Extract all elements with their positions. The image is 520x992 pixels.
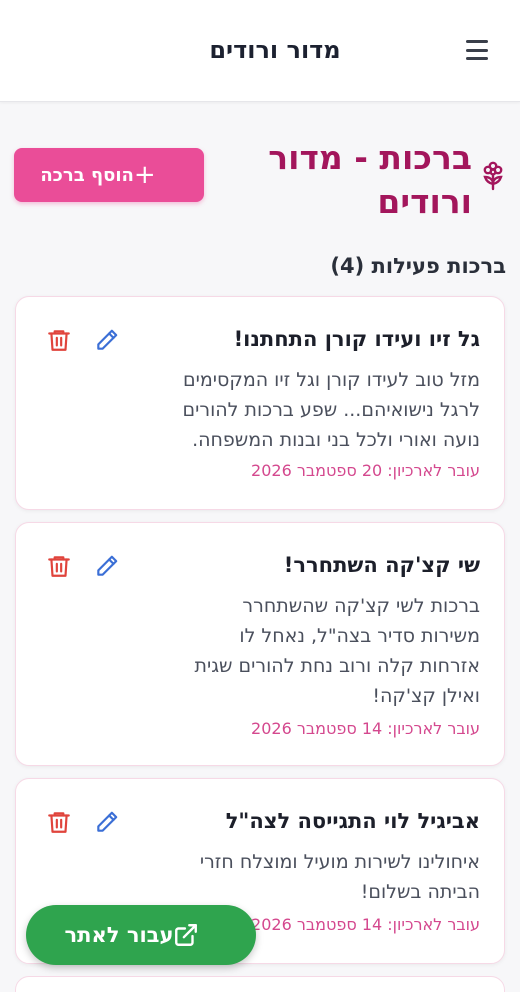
pencil-icon[interactable] [94, 553, 120, 579]
pencil-icon[interactable] [94, 809, 120, 835]
trash-icon[interactable] [46, 327, 72, 353]
external-link-icon [175, 924, 198, 946]
pencil-icon[interactable] [94, 327, 120, 353]
card-title: אביגיל לוי התגייסה לצה"ל [225, 809, 480, 833]
greeting-card: גל זיו ועידו קורן התחתנו! מזל טוב לעידו … [15, 296, 505, 510]
trash-icon[interactable] [46, 553, 72, 579]
greeting-card [15, 976, 505, 992]
app-title: מדור ורודים [209, 36, 341, 64]
card-actions [46, 809, 120, 835]
top-bar: מדור ורודים [0, 0, 520, 102]
page-title: ברכות - מדור ורודים [268, 138, 472, 221]
card-title: שי קצ'קה השתחרר! [283, 553, 480, 577]
card-body: איחולינו לשירות מועיל ומוצלח חזרי הביתה … [199, 851, 480, 903]
card-body: ברכות לשי קצ'קה שהשתחרר משירות סדיר בצה"… [194, 595, 480, 707]
archive-date: עובר לארכיון: 14 ספטמבר 2026 [251, 719, 480, 738]
go-to-site-button[interactable]: עבור לאתר [26, 905, 256, 965]
trash-icon[interactable] [46, 809, 72, 835]
archive-date: עובר לארכיון: 20 ספטמבר 2026 [251, 461, 480, 480]
active-greetings-heading: ברכות פעילות (4) [330, 254, 506, 278]
plus-icon: + [133, 160, 156, 190]
card-actions [46, 553, 120, 579]
page-header: ברכות - מדור ורודים [246, 136, 506, 224]
card-body: מזל טוב לעידו קורן וגל זיו המקסימים לרגל… [182, 369, 480, 451]
archive-date: עובר לארכיון: 14 ספטמבר 2026 [251, 915, 480, 934]
card-title: גל זיו ועידו קורן התחתנו! [233, 327, 480, 351]
flower-icon [483, 161, 503, 191]
add-greeting-button[interactable]: + הוסף ברכה [14, 148, 204, 202]
greeting-card: שי קצ'קה השתחרר! ברכות לשי קצ'קה שהשתחרר… [15, 522, 505, 766]
card-actions [46, 327, 120, 353]
